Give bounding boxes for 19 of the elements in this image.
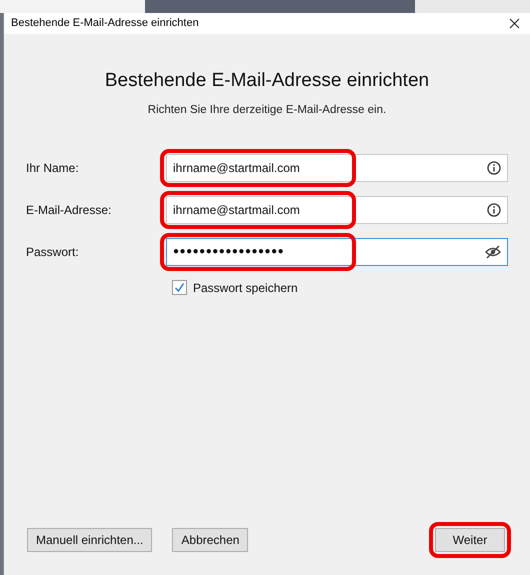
hidden-eye-icon[interactable]	[485, 244, 501, 259]
dialog-button[interactable]: Manuell einrichten...	[27, 528, 152, 552]
close-icon	[508, 18, 520, 29]
window-title: Bestehende E-Mail-Adresse einrichten	[11, 16, 199, 32]
field-label: Ihr Name:	[26, 160, 80, 177]
dialog-subtitle: Richten Sie Ihre derzeitige E-Mail-Adresse ein.	[148, 102, 386, 118]
password-field[interactable]: ●●●●●●●●●●●●●●●●●	[166, 238, 508, 266]
field-label: Passwort:	[26, 244, 80, 261]
field-label: E-Mail-Adresse:	[26, 202, 112, 219]
info-icon[interactable]	[487, 202, 501, 217]
input-field[interactable]: ihrname@startmail.com	[166, 154, 508, 182]
dialog-button[interactable]: Weiter	[435, 528, 505, 552]
checkmark-icon	[174, 282, 185, 294]
dialog-button[interactable]: Abbrechen	[172, 528, 248, 552]
checkbox-label[interactable]: Passwort speichern	[193, 278, 298, 297]
remember-checkbox[interactable]	[172, 280, 187, 296]
info-icon[interactable]	[487, 160, 501, 175]
dialog-heading: Bestehende E-Mail-Adresse einrichten	[104, 69, 430, 93]
input-field[interactable]: ihrname@startmail.com	[166, 196, 508, 224]
